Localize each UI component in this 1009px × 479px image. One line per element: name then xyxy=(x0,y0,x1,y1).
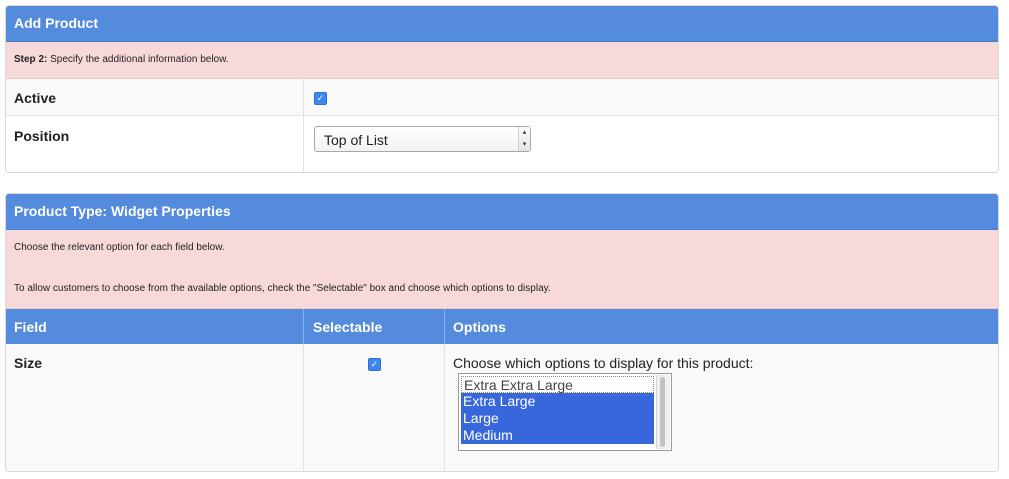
select-arrows-icon: ▴ ▾ xyxy=(518,127,530,151)
column-header-options: Options xyxy=(453,319,506,335)
active-row: Active ✓ xyxy=(6,79,998,116)
listbox-option[interactable]: Large xyxy=(461,410,654,427)
info-text: To allow customers to choose from the av… xyxy=(14,283,551,294)
step-label: Step 2: xyxy=(14,54,48,65)
step-notice: Step 2: Specify the additional informati… xyxy=(6,42,998,79)
panel-title: Product Type: Widget Properties xyxy=(6,194,998,230)
position-row: Position Top of List ▴ ▾ xyxy=(6,116,998,172)
panel-title: Add Product xyxy=(6,6,998,42)
options-listbox[interactable]: Extra Extra Large Extra Large Large Medi… xyxy=(458,373,672,451)
column-header-field: Field xyxy=(14,319,47,335)
field-name: Size xyxy=(14,355,43,371)
column-divider xyxy=(303,344,304,471)
column-divider xyxy=(444,344,445,471)
listbox-scrollbar[interactable] xyxy=(656,375,670,449)
position-select[interactable]: Top of List ▴ ▾ xyxy=(314,126,531,152)
info-notice: Choose the relevant option for each fiel… xyxy=(6,230,998,309)
info-text: Choose the relevant option for each fiel… xyxy=(14,242,225,253)
step-text: Specify the additional information below… xyxy=(47,54,229,65)
column-divider xyxy=(303,79,304,115)
active-checkbox[interactable]: ✓ xyxy=(314,92,327,105)
checkmark-icon: ✓ xyxy=(316,93,325,103)
options-prompt: Choose which options to display for this… xyxy=(453,355,754,371)
checkmark-icon: ✓ xyxy=(370,359,379,369)
active-label: Active xyxy=(14,90,57,106)
listbox-option[interactable]: Medium xyxy=(461,427,654,444)
position-select-value: Top of List xyxy=(324,132,388,148)
column-divider xyxy=(303,309,304,344)
position-label: Position xyxy=(14,128,70,144)
scrollbar-thumb[interactable] xyxy=(660,377,665,447)
selectable-checkbox[interactable]: ✓ xyxy=(368,358,381,371)
table-header: Field Selectable Options xyxy=(6,309,998,344)
product-type-panel: Product Type: Widget Properties Choose t… xyxy=(5,193,999,472)
listbox-option[interactable]: Extra Large xyxy=(461,393,654,410)
table-row: Size ✓ Choose which options to display f… xyxy=(6,344,998,471)
add-product-panel: Add Product Step 2: Specify the addition… xyxy=(5,5,999,173)
listbox-option[interactable]: Extra Extra Large xyxy=(461,376,654,393)
column-divider xyxy=(303,116,304,172)
column-header-selectable: Selectable xyxy=(313,319,383,335)
column-divider xyxy=(444,309,445,344)
